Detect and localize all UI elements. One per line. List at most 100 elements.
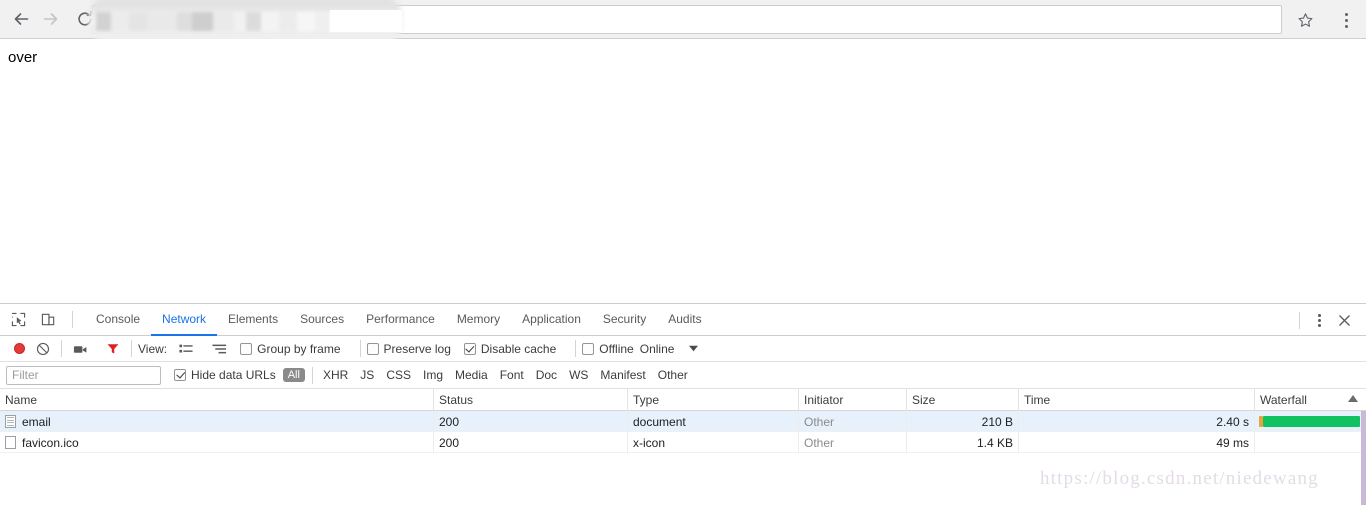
- column-header-size[interactable]: Size: [906, 389, 1018, 411]
- omnibox-container: [92, 5, 1366, 34]
- toolbar-divider: [575, 340, 577, 357]
- forward-arrow-icon: [43, 13, 58, 25]
- throttling-value[interactable]: Online: [640, 342, 675, 356]
- table-row[interactable]: favicon.ico 200 x-icon Other 1.4 KB 49 m…: [0, 432, 1366, 453]
- checkbox-box: [174, 369, 186, 381]
- menu-dot: [1344, 12, 1348, 16]
- cell-type: x-icon: [627, 432, 798, 453]
- page-viewport: over: [0, 39, 1366, 303]
- actions-divider: [1299, 311, 1300, 329]
- type-filter-font[interactable]: Font: [494, 368, 530, 382]
- sort-ascending-icon[interactable]: [1348, 395, 1358, 402]
- network-filterbar: Hide data URLs All XHR JS CSS Img Media …: [0, 362, 1366, 389]
- tab-performance[interactable]: Performance: [355, 304, 446, 336]
- disable-cache-checkbox[interactable]: Disable cache: [463, 336, 569, 362]
- tab-elements[interactable]: Elements: [217, 304, 289, 336]
- type-filter-other[interactable]: Other: [652, 368, 694, 382]
- capture-screenshots-button[interactable]: [68, 337, 92, 361]
- menu-dot: [1317, 323, 1321, 327]
- group-by-frame-label: Group by frame: [257, 341, 341, 356]
- menu-dot: [1344, 18, 1348, 22]
- toolbar-divider: [131, 340, 132, 357]
- cell-type: document: [627, 411, 798, 432]
- checkbox-box: [366, 342, 379, 355]
- star-icon: [1297, 12, 1313, 27]
- type-filter-media[interactable]: Media: [449, 368, 494, 382]
- checkbox-box: [582, 342, 595, 355]
- clear-button[interactable]: [31, 337, 55, 361]
- request-name: favicon.ico: [22, 435, 79, 450]
- table-row[interactable]: email 200 document Other 210 B 2.40 s: [0, 411, 1366, 432]
- devtools-more-button[interactable]: [1308, 309, 1330, 331]
- devtools-panel: Console Network Elements Sources Perform…: [0, 303, 1366, 505]
- menu-dot: [1344, 24, 1348, 28]
- filter-divider: [311, 366, 313, 384]
- chrome-menu-button[interactable]: [1334, 8, 1358, 32]
- type-filter-js[interactable]: JS: [354, 368, 380, 382]
- list-view-icon: [179, 344, 193, 352]
- network-request-table: Name Status Type Initiator Size Time Wat…: [0, 389, 1366, 453]
- filter-input[interactable]: [6, 365, 161, 385]
- forward-button[interactable]: [36, 4, 66, 34]
- column-header-initiator[interactable]: Initiator: [798, 389, 906, 411]
- preserve-log-label: Preserve log: [383, 341, 451, 356]
- cell-time: 2.40 s: [1018, 411, 1254, 432]
- filter-toggle-button[interactable]: [101, 337, 125, 361]
- bookmark-star-button[interactable]: [1292, 7, 1318, 33]
- cell-status: 200: [433, 432, 627, 453]
- tab-application[interactable]: Application: [511, 304, 592, 336]
- type-filter-all[interactable]: All: [282, 368, 305, 382]
- column-header-status[interactable]: Status: [433, 389, 627, 411]
- back-button[interactable]: [6, 4, 36, 34]
- checkbox-box: [463, 342, 476, 355]
- camera-icon: [73, 345, 86, 353]
- address-bar[interactable]: [92, 5, 1282, 34]
- type-filter-css[interactable]: CSS: [380, 368, 417, 382]
- group-by-frame-checkbox[interactable]: Group by frame: [240, 336, 353, 362]
- type-filter-img[interactable]: Img: [417, 368, 449, 382]
- cell-size: 1.4 KB: [906, 432, 1018, 453]
- record-button[interactable]: [7, 337, 31, 361]
- inspect-element-button[interactable]: [6, 308, 30, 332]
- toolbar-divider: [359, 340, 361, 357]
- type-filter-xhr[interactable]: XHR: [317, 368, 354, 382]
- devtools-tabs: Console Network Elements Sources Perform…: [85, 304, 713, 336]
- view-list-button[interactable]: [174, 337, 198, 361]
- cell-waterfall: [1254, 411, 1366, 432]
- menu-dot: [1317, 318, 1321, 322]
- tab-sources[interactable]: Sources: [289, 304, 355, 336]
- tab-memory[interactable]: Memory: [446, 304, 511, 336]
- cell-name[interactable]: email: [0, 411, 433, 432]
- column-header-time[interactable]: Time: [1018, 389, 1254, 411]
- type-filter-ws[interactable]: WS: [563, 368, 594, 382]
- tab-network[interactable]: Network: [151, 304, 218, 336]
- network-table-scrollbar[interactable]: [1361, 411, 1366, 505]
- column-header-name[interactable]: Name: [0, 389, 433, 411]
- device-toolbar-button[interactable]: [36, 308, 60, 332]
- cell-name[interactable]: favicon.ico: [0, 432, 433, 453]
- preserve-log-checkbox[interactable]: Preserve log: [366, 336, 464, 362]
- page-body-text: over: [8, 49, 38, 66]
- tab-console[interactable]: Console: [85, 304, 151, 336]
- chevron-down-icon[interactable]: [688, 344, 699, 353]
- toolbar-divider: [72, 311, 73, 328]
- cell-time: 49 ms: [1018, 432, 1254, 453]
- tab-audits[interactable]: Audits: [657, 304, 712, 336]
- type-filter-manifest[interactable]: Manifest: [594, 368, 651, 382]
- waterfall-view-icon: [212, 344, 226, 353]
- column-header-type[interactable]: Type: [627, 389, 798, 411]
- device-toolbar-icon: [41, 313, 54, 326]
- menu-dot: [1317, 313, 1321, 317]
- type-filter-doc[interactable]: Doc: [530, 368, 563, 382]
- devtools-close-button[interactable]: [1332, 308, 1356, 332]
- view-overview-button[interactable]: [207, 337, 231, 361]
- hide-data-urls-checkbox[interactable]: Hide data URLs: [174, 362, 283, 388]
- offline-checkbox[interactable]: Offline: [582, 336, 639, 362]
- hide-data-urls-label: Hide data URLs: [191, 368, 276, 382]
- waterfall-download-segment: [1263, 416, 1360, 427]
- tab-security[interactable]: Security: [592, 304, 657, 336]
- document-icon: [5, 415, 16, 428]
- clear-circle-slash-icon: [36, 342, 50, 355]
- cell-waterfall: [1254, 432, 1366, 453]
- request-name: email: [22, 414, 51, 429]
